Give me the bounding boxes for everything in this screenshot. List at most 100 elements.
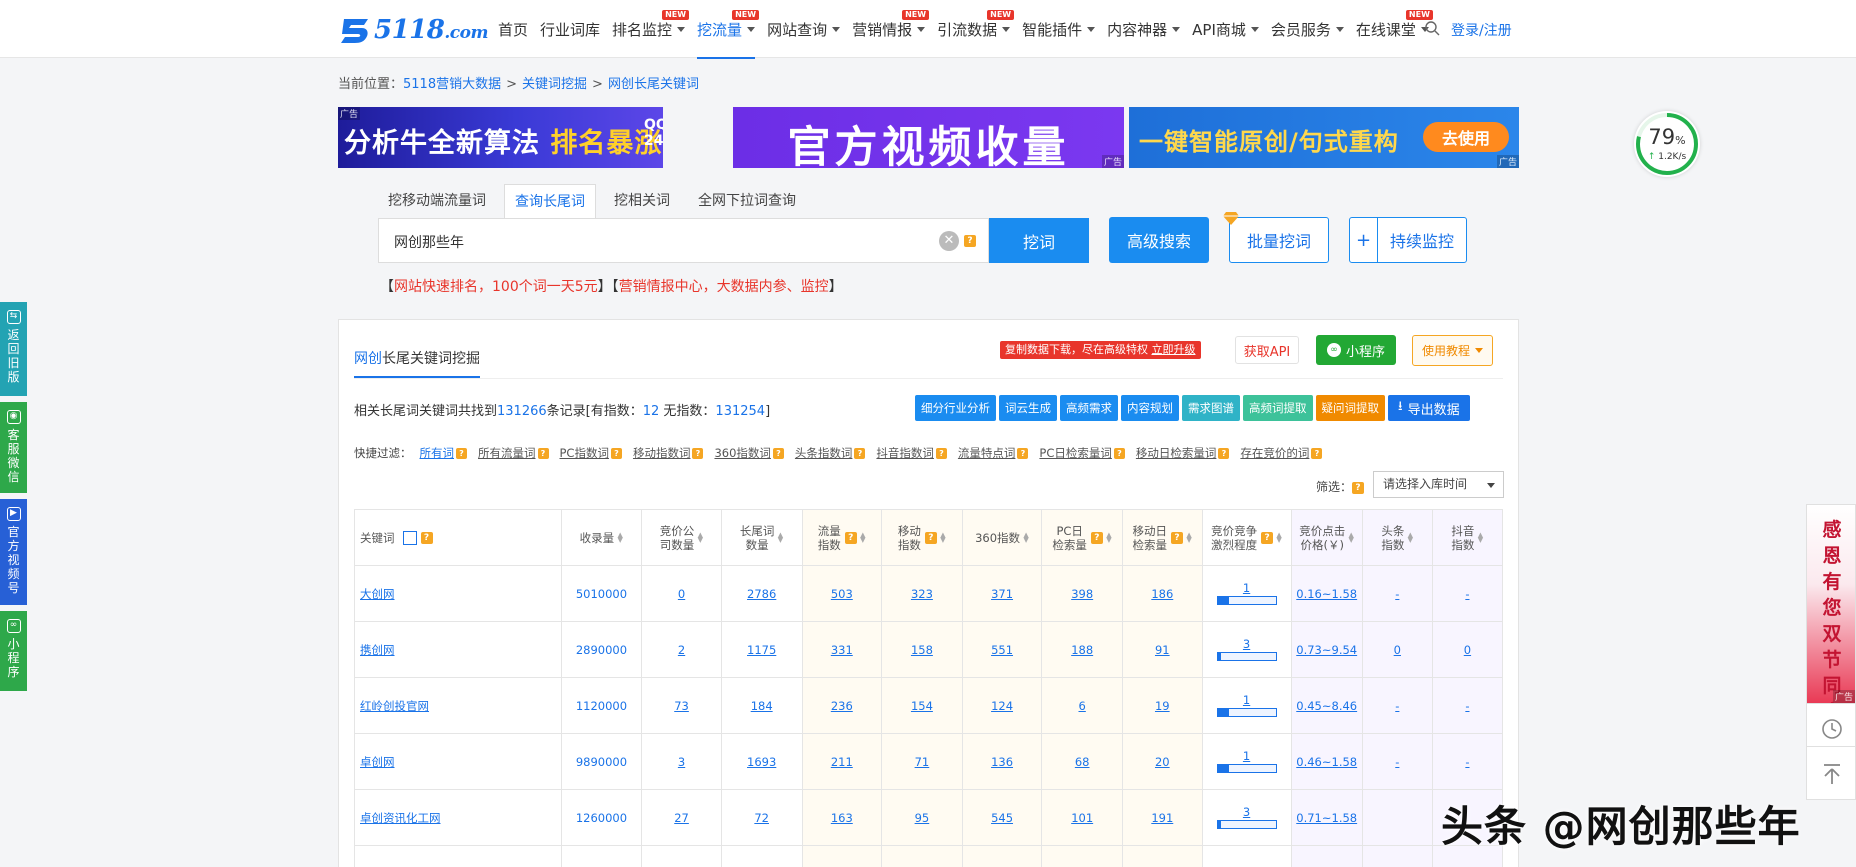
filter-option-10[interactable]: 存在竞价的词? <box>1240 445 1323 461</box>
cell-kw[interactable]: 卓创资讯化工网 <box>354 789 562 846</box>
action-button-0[interactable]: 细分行业分析 <box>915 395 996 421</box>
advanced-search-button[interactable]: 高级搜索 <box>1109 217 1209 263</box>
cell-jj[interactable]: 3 <box>641 733 722 790</box>
filter-option-9[interactable]: 移动日检索量词? <box>1136 445 1230 461</box>
action-button-5[interactable]: 高频词提取 <box>1243 395 1313 421</box>
left-float-0[interactable]: ⇆ 返回旧版 <box>0 302 27 396</box>
cell-jj[interactable]: 2 <box>641 621 722 678</box>
cell-ydr[interactable]: 20 <box>1122 733 1203 790</box>
filter-option-1[interactable]: 所有流量词? <box>478 445 549 461</box>
filter-option-5[interactable]: 头条指数词? <box>795 445 866 461</box>
clear-icon[interactable]: ✕ <box>939 231 959 251</box>
column-header-2[interactable]: 竞价公 司数量▲ ▼ <box>641 509 722 566</box>
cell-yd[interactable]: 71 <box>881 733 963 790</box>
filter-option-8[interactable]: PC日检索量词? <box>1039 445 1125 461</box>
column-header-7[interactable]: PC日 检索量? ▲ ▼ <box>1041 509 1124 566</box>
search-icon[interactable] <box>1424 20 1440 36</box>
entry-time-select[interactable]: 请选择入库时间 <box>1373 471 1504 498</box>
cell-kw[interactable]: 卓创网 <box>354 733 562 790</box>
cell-cw[interactable]: 1693 <box>720 733 803 790</box>
cell-yd[interactable]: 154 <box>881 677 963 734</box>
sort-icon[interactable]: ▲ ▼ <box>860 531 866 543</box>
sort-icon[interactable]: ▲ ▼ <box>1276 531 1282 543</box>
cell-tt[interactable]: - <box>1361 733 1433 790</box>
filter-option-7[interactable]: 流量特点词? <box>958 445 1029 461</box>
cell-kw[interactable]: 大创网 <box>354 565 562 622</box>
festival-ad[interactable]: 感恩有您双节同庆 广告 <box>1806 504 1856 723</box>
left-float-1[interactable]: ◉ 客服微信 <box>0 402 27 493</box>
breadcrumb-item-keyword-mining[interactable]: 关键词挖掘 <box>522 77 587 92</box>
cell-cw[interactable]: 184 <box>720 677 803 734</box>
cell-pc[interactable]: 398 <box>1041 565 1124 622</box>
cell-comp[interactable]: 1 <box>1201 733 1292 790</box>
column-header-3[interactable]: 长尾词 数量▲ ▼ <box>720 509 803 566</box>
help-icon[interactable]: ? <box>924 531 937 544</box>
help-icon[interactable]: ? <box>1261 531 1274 544</box>
action-button-1[interactable]: 词云生成 <box>999 395 1057 421</box>
nav-item-11[interactable]: 在线课堂 NEW <box>1350 0 1435 58</box>
cell-pc[interactable]: 68 <box>1041 733 1124 790</box>
nav-item-7[interactable]: 智能插件 <box>1016 0 1101 58</box>
upgrade-link[interactable]: 立即升级 <box>1152 343 1196 356</box>
help-icon[interactable]: ? <box>844 531 857 544</box>
cell-ll[interactable]: 236 <box>801 677 883 734</box>
tutorial-button[interactable]: 使用教程 <box>1412 335 1493 366</box>
sort-icon[interactable]: ▲ ▼ <box>1186 531 1192 543</box>
cell-cw[interactable]: 1175 <box>720 621 803 678</box>
sort-icon[interactable]: ▲ ▼ <box>697 531 703 543</box>
sort-icon[interactable]: ▲ ▼ <box>1348 531 1354 543</box>
column-header-8[interactable]: 移动日 检索量? ▲ ▼ <box>1122 509 1203 566</box>
cell-s360[interactable]: 551 <box>961 621 1043 678</box>
cell-kw[interactable]: 携创网 <box>354 621 562 678</box>
promo-link-intel[interactable]: 营销情报中心，大数据内参、监控 <box>619 279 829 295</box>
help-icon[interactable]: ? <box>1090 531 1103 544</box>
network-speed-gauge[interactable]: 79% ↑ 1.2K/s <box>1634 111 1700 177</box>
nav-item-4[interactable]: 网站查询 <box>761 0 846 58</box>
sort-icon[interactable]: ▲ ▼ <box>1407 531 1413 543</box>
cell-ll[interactable]: 331 <box>801 621 883 678</box>
sort-icon[interactable]: ▲ ▼ <box>617 531 623 543</box>
nav-item-10[interactable]: 会员服务 <box>1265 0 1350 58</box>
action-button-7[interactable]: ⭳ 导出数据 <box>1388 395 1470 421</box>
sort-icon[interactable]: ▲ ▼ <box>940 531 946 543</box>
sort-icon[interactable]: ▲ ▼ <box>777 531 783 543</box>
cell-price[interactable]: 0.73~9.54 <box>1290 621 1363 678</box>
help-icon[interactable]: ? <box>420 531 433 544</box>
logo[interactable]: 5118.com <box>338 14 488 46</box>
filter-option-2[interactable]: PC指数词? <box>560 445 622 461</box>
cell-ll[interactable]: 503 <box>801 565 883 622</box>
cell-cw[interactable]: 72 <box>720 789 803 846</box>
action-button-2[interactable]: 高频需求 <box>1060 395 1118 421</box>
nav-item-9[interactable]: API商城 <box>1186 0 1265 58</box>
action-button-3[interactable]: 内容规划 <box>1121 395 1179 421</box>
cell-tt[interactable] <box>1361 789 1433 846</box>
search-tab-1[interactable]: 查询长尾词 <box>504 184 596 219</box>
column-header-4[interactable]: 流量 指数? ▲ ▼ <box>801 509 883 566</box>
column-header-1[interactable]: 收录量 ▲ ▼ <box>560 509 643 566</box>
action-button-4[interactable]: 需求图谱 <box>1182 395 1240 421</box>
banner3-use-button[interactable]: 去使用 <box>1423 122 1509 152</box>
cell-comp[interactable]: 1 <box>1201 677 1292 734</box>
nav-item-1[interactable]: 行业词库 <box>534 0 606 58</box>
column-header-11[interactable]: 头条 指数▲ ▼ <box>1361 509 1433 566</box>
cell-comp[interactable]: 3 <box>1201 621 1292 678</box>
keyword-search-box[interactable]: 网创那些年 ✕ ? <box>378 218 989 263</box>
breadcrumb-item-home[interactable]: 5118营销大数据 <box>403 77 501 92</box>
copy-icon[interactable] <box>402 530 417 545</box>
mini-program-button[interactable]: ∞ 小程序 <box>1316 335 1396 365</box>
help-icon[interactable]: ? <box>1352 481 1365 494</box>
cell-dy[interactable]: 0 <box>1431 621 1504 678</box>
cell-pc[interactable]: 101 <box>1041 789 1124 846</box>
cell-tt[interactable]: - <box>1361 565 1433 622</box>
continuous-monitor-button[interactable]: + 持续监控 <box>1349 217 1467 263</box>
promo-link-ranking[interactable]: 网站快速排名，100个词一天5元 <box>394 279 598 295</box>
cell-jj[interactable]: 73 <box>641 677 722 734</box>
ad-banner-rewrite[interactable]: 一键智能原创/句式重构 去使用 广告 <box>1129 107 1519 168</box>
nav-item-3[interactable]: 挖流量 NEW <box>691 0 761 59</box>
cell-comp[interactable]: 1 <box>1201 565 1292 622</box>
cell-tt[interactable]: 0 <box>1361 621 1433 678</box>
cell-s360[interactable]: 136 <box>961 733 1043 790</box>
cell-price[interactable]: 0.46~1.58 <box>1290 733 1363 790</box>
cell-pc[interactable]: 6 <box>1041 677 1124 734</box>
get-api-button[interactable]: 获取API <box>1235 336 1299 364</box>
